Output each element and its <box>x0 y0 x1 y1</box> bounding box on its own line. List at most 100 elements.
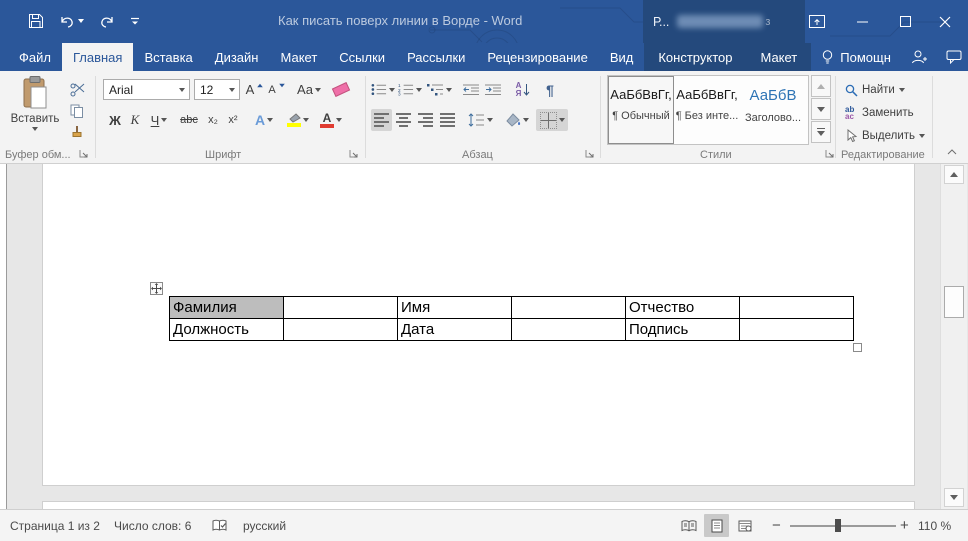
tab-file[interactable]: Файл <box>8 43 62 71</box>
table-cell[interactable]: Подпись <box>626 319 740 341</box>
align-right-button[interactable] <box>415 109 436 131</box>
style-card-heading1[interactable]: АаБбВ Заголово... <box>740 76 806 144</box>
minimize-button[interactable] <box>843 0 881 43</box>
copy-button[interactable] <box>64 102 90 120</box>
document-page-2-edge[interactable] <box>42 501 915 509</box>
dialog-launcher-paragraph[interactable] <box>584 148 596 160</box>
dialog-launcher-font[interactable] <box>348 148 360 160</box>
font-color-button[interactable]: А <box>317 109 345 131</box>
numbering-button[interactable]: 123 <box>398 79 422 100</box>
cut-button[interactable] <box>64 81 90 99</box>
ribbon-display-options-button[interactable] <box>798 0 836 43</box>
text-effects-button[interactable]: А <box>250 109 278 131</box>
dialog-launcher-styles[interactable] <box>824 148 836 160</box>
styles-scroll-up-button[interactable] <box>811 75 831 97</box>
zoom-slider-thumb[interactable] <box>835 519 841 532</box>
align-center-button[interactable] <box>393 109 414 131</box>
style-card-no-spacing[interactable]: АаБбВвГг, ¶ Без инте... <box>674 76 740 144</box>
word-count[interactable]: Число слов: 6 <box>114 510 191 541</box>
multilevel-list-button[interactable] <box>426 79 452 100</box>
table-cell[interactable] <box>284 319 398 341</box>
tab-references[interactable]: Ссылки <box>328 43 396 71</box>
document-page-1[interactable]: Фамилия Имя Отчество Должность Дата Подп… <box>42 164 915 486</box>
table-cell[interactable] <box>740 297 854 319</box>
tab-design[interactable]: Дизайн <box>204 43 270 71</box>
italic-button[interactable]: К <box>127 109 143 131</box>
style-card-normal[interactable]: АаБбВвГг, ¶ Обычный <box>608 76 674 144</box>
superscript-button[interactable]: x² <box>224 109 242 131</box>
collapse-ribbon-button[interactable] <box>944 145 960 159</box>
save-button[interactable] <box>28 13 44 29</box>
shrink-font-button[interactable]: А <box>267 79 287 100</box>
scrollbar-thumb[interactable] <box>944 286 964 318</box>
table-resize-handle[interactable] <box>853 343 862 352</box>
customize-qat-button[interactable] <box>130 16 140 26</box>
tab-review[interactable]: Рецензирование <box>476 43 598 71</box>
bullets-button[interactable] <box>371 79 395 100</box>
dialog-launcher-clipboard[interactable] <box>78 148 90 160</box>
table-cell[interactable]: Дата <box>398 319 512 341</box>
share-button[interactable] <box>901 43 937 71</box>
table-cell[interactable] <box>512 319 626 341</box>
tab-layout[interactable]: Макет <box>269 43 328 71</box>
change-case-button[interactable]: Аа <box>294 79 324 100</box>
comments-button[interactable] <box>937 43 968 71</box>
strikethrough-button[interactable]: abc <box>176 109 202 131</box>
tab-table-design[interactable]: Конструктор <box>644 43 746 71</box>
subscript-button[interactable]: x₂ <box>204 109 222 131</box>
bold-button[interactable]: Ж <box>106 109 124 131</box>
undo-button[interactable] <box>59 14 84 29</box>
tab-table-layout[interactable]: Макет <box>746 43 811 71</box>
decrease-indent-button[interactable] <box>461 79 481 100</box>
replace-button[interactable]: abac Заменить <box>845 103 914 123</box>
tab-mailings[interactable]: Рассылки <box>396 43 476 71</box>
line-spacing-button[interactable] <box>465 109 495 131</box>
vertical-scrollbar[interactable] <box>940 164 967 509</box>
scroll-up-button[interactable] <box>944 165 964 184</box>
table-cell[interactable]: Отчество <box>626 297 740 319</box>
tab-insert[interactable]: Вставка <box>133 43 203 71</box>
language-indicator[interactable]: русский <box>243 510 286 541</box>
zoom-level[interactable]: 110 % <box>918 510 951 541</box>
scroll-down-button[interactable] <box>944 488 964 507</box>
styles-more-button[interactable] <box>811 121 831 143</box>
underline-button[interactable]: Ч <box>146 109 172 131</box>
increase-indent-button[interactable] <box>483 79 503 100</box>
table-cell[interactable] <box>512 297 626 319</box>
zoom-out-button[interactable]: − <box>772 510 781 541</box>
show-marks-button[interactable]: ¶ <box>540 79 560 100</box>
maximize-button[interactable] <box>886 0 924 43</box>
close-button[interactable] <box>926 0 964 43</box>
highlight-button[interactable] <box>283 109 313 131</box>
justify-button[interactable] <box>437 109 458 131</box>
zoom-slider[interactable] <box>790 525 896 527</box>
find-button[interactable]: Найти <box>845 80 905 100</box>
paste-button[interactable]: Вставить <box>8 76 62 150</box>
read-mode-button[interactable] <box>676 514 701 537</box>
clear-formatting-button[interactable] <box>330 79 352 100</box>
zoom-in-button[interactable]: + <box>900 510 909 541</box>
font-size-combo[interactable]: 12 <box>194 79 240 100</box>
align-left-button[interactable] <box>371 109 392 131</box>
redo-button[interactable] <box>99 14 115 29</box>
table-cell[interactable] <box>284 297 398 319</box>
select-button[interactable]: Выделить <box>845 126 925 146</box>
table-move-handle[interactable] <box>150 282 163 295</box>
proofing-status[interactable] <box>212 510 227 541</box>
format-painter-button[interactable] <box>64 123 90 141</box>
font-family-combo[interactable]: Arial <box>103 79 190 100</box>
tab-home[interactable]: Главная <box>62 43 133 71</box>
grow-font-button[interactable]: А <box>245 79 265 100</box>
page-indicator[interactable]: Страница 1 из 2 <box>10 510 100 541</box>
print-layout-button[interactable] <box>704 514 729 537</box>
tab-view[interactable]: Вид <box>599 43 645 71</box>
table-cell[interactable]: Должность <box>170 319 284 341</box>
table-cell[interactable] <box>740 319 854 341</box>
shading-button[interactable] <box>502 109 532 131</box>
sort-button[interactable]: А Я <box>511 79 535 100</box>
table-cell[interactable]: Фамилия <box>170 297 284 319</box>
styles-scroll-down-button[interactable] <box>811 98 831 120</box>
web-layout-button[interactable] <box>732 514 757 537</box>
table-cell[interactable]: Имя <box>398 297 512 319</box>
borders-button[interactable] <box>536 109 568 131</box>
